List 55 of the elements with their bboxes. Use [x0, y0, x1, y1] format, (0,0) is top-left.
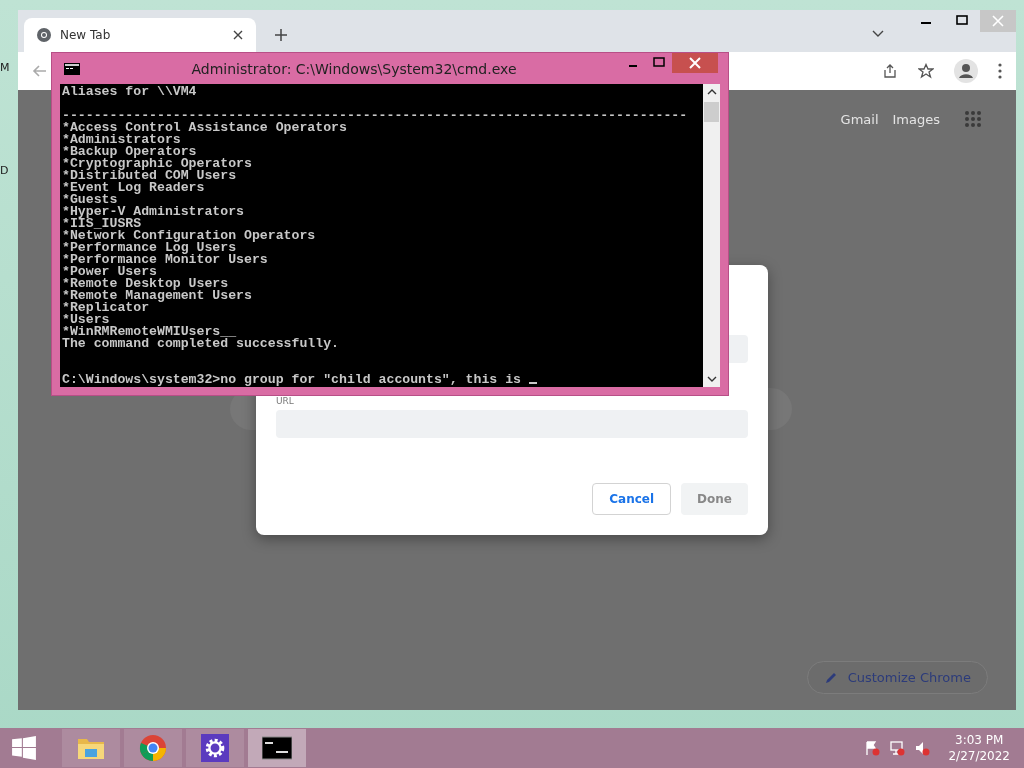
cancel-button[interactable]: Cancel: [592, 483, 672, 515]
profile-icon[interactable]: [954, 59, 978, 83]
console-line: *Network Configuration Operators: [62, 228, 316, 243]
scroll-up-icon[interactable]: [706, 88, 717, 96]
url-label: URL: [276, 396, 295, 406]
console-line: *Remote Management Users: [62, 288, 252, 303]
customize-chrome-button[interactable]: Customize Chrome: [806, 661, 988, 694]
chrome-logo-icon: [138, 734, 168, 762]
command-prompt-line[interactable]: C:\Windows\system32>no group for "child accounts", this is: [62, 372, 529, 387]
new-tab-icon[interactable]: [274, 28, 288, 42]
scrollbar-thumb[interactable]: [704, 102, 719, 122]
desktop-icon-label: M: [0, 61, 10, 74]
clock-date[interactable]: 2/27/2022: [948, 748, 1010, 764]
console-line: *Remote Desktop Users: [62, 276, 229, 291]
console-line: *Event Log Readers: [62, 180, 205, 195]
scroll-down-icon[interactable]: [706, 375, 717, 383]
windows-logo-icon[interactable]: [10, 735, 38, 761]
console-line: -------------------------------------------------------------------------------: [62, 108, 688, 123]
desktop-icon-label: D: [0, 164, 9, 177]
browser-tab[interactable]: New Tab: [24, 18, 256, 52]
console-line: The command completed successfully.: [62, 336, 339, 351]
close-icon[interactable]: [672, 53, 718, 73]
console-icon: [262, 734, 292, 762]
apps-grid-icon[interactable]: [964, 110, 982, 128]
console-line: *Backup Operators: [62, 144, 197, 159]
console-line: Aliases for \\VM4: [62, 84, 197, 99]
console-line: *Guests: [62, 192, 118, 207]
console-line: *Hyper-V Administrators: [62, 204, 245, 219]
clock-time[interactable]: 3:03 PM: [955, 732, 1004, 748]
close-icon[interactable]: [232, 29, 244, 41]
network-error-icon[interactable]: [889, 740, 906, 756]
console-line: *Administrators: [62, 132, 181, 147]
images-link[interactable]: Images: [892, 111, 940, 127]
console-line: *Power Users: [62, 264, 157, 279]
console-line: *Access Control Assistance Operators: [62, 120, 347, 135]
flag-error-icon[interactable]: [864, 740, 881, 756]
speaker-muted-icon[interactable]: [914, 740, 931, 756]
taskbar-app[interactable]: [186, 729, 244, 767]
pencil-icon: [823, 670, 838, 685]
name-field[interactable]: [728, 335, 748, 363]
taskbar-app[interactable]: [248, 729, 306, 767]
console-icon: [64, 62, 80, 75]
chevron-down-icon[interactable]: [872, 30, 884, 38]
scrollbar[interactable]: [703, 84, 720, 387]
gear-icon: [200, 734, 230, 762]
console-line: *WinRMRemoteWMIUsers__: [62, 324, 237, 339]
globe-icon: [36, 27, 52, 43]
console-line: *Replicator: [62, 300, 150, 315]
star-icon[interactable]: [918, 63, 934, 79]
share-icon[interactable]: [882, 63, 898, 79]
tab-title: New Tab: [60, 28, 112, 42]
window-title: Administrator: C:\Windows\System32\cmd.exe: [190, 60, 518, 77]
menu-icon[interactable]: [998, 63, 1002, 79]
gmail-link[interactable]: Gmail: [840, 111, 879, 127]
text-cursor: [528, 382, 537, 384]
